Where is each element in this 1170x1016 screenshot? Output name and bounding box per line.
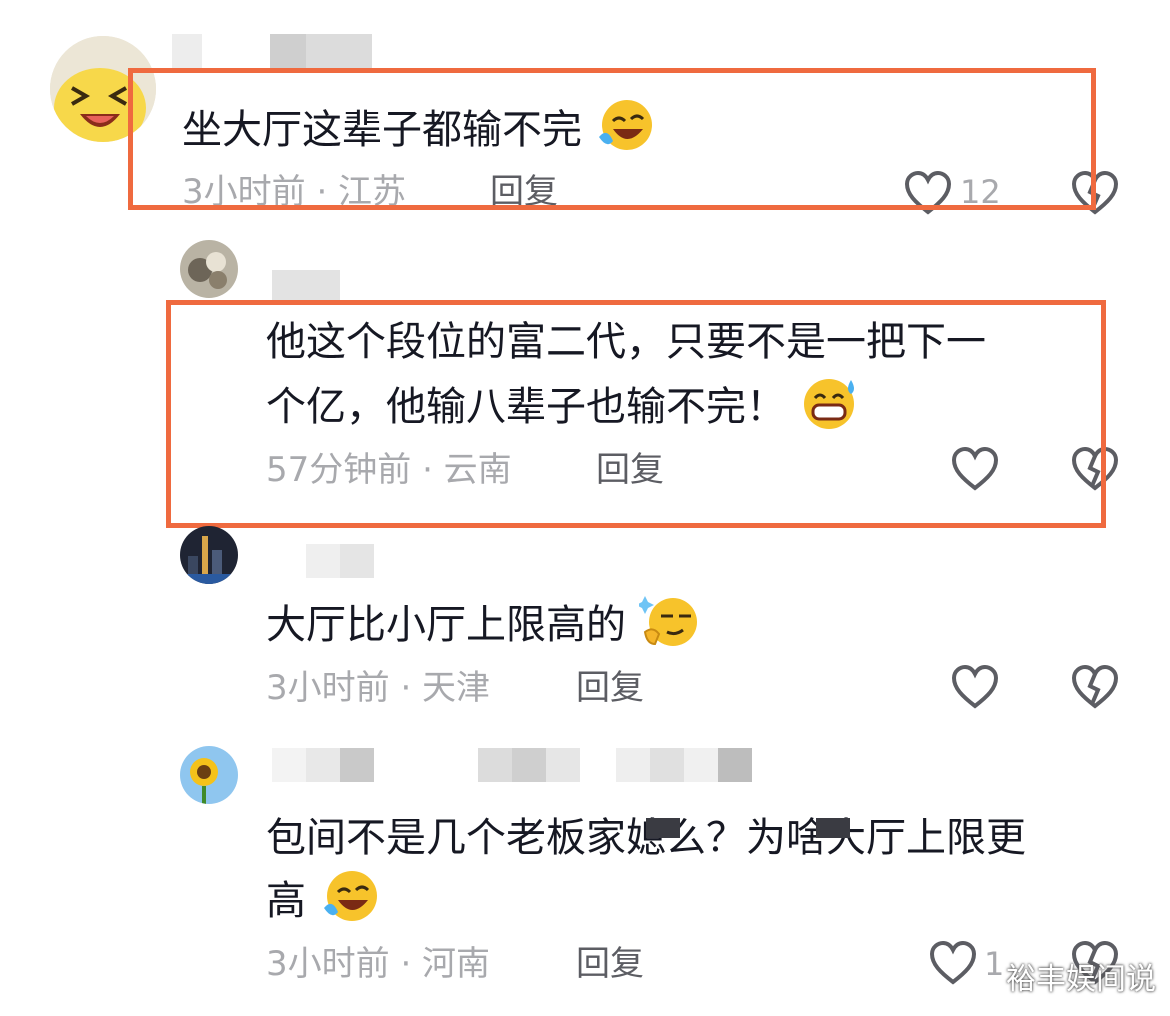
highlight-box — [166, 300, 1106, 528]
like-count: 1 — [984, 945, 1005, 983]
laugh-cry-emoji-icon — [323, 871, 377, 921]
sunflower-avatar-image — [180, 746, 238, 804]
avatar[interactable] — [180, 240, 238, 298]
avatar[interactable] — [180, 526, 238, 584]
mosaic-overlay — [816, 818, 850, 838]
reply-button[interactable]: 回复 — [576, 944, 644, 984]
photo-avatar-image — [180, 240, 238, 298]
username-blurred[interactable] — [272, 748, 752, 782]
mosaic-overlay — [646, 818, 680, 838]
avatar[interactable] — [180, 746, 238, 804]
watermark: 裕丰娱间说 — [1006, 962, 1156, 997]
city-night-avatar-image — [180, 526, 238, 584]
comment-text-line: 高 — [266, 868, 381, 931]
username-blurred[interactable] — [172, 34, 372, 68]
heart-outline-icon[interactable] — [950, 664, 1000, 710]
comment-text: 大厅比小厅上限高的 — [266, 592, 701, 655]
username-blurred[interactable] — [272, 270, 340, 304]
comment-meta: 3小时前 · 河南 — [266, 944, 491, 984]
smirk-thinking-emoji-icon — [638, 596, 697, 646]
reply-button[interactable]: 回复 — [576, 668, 644, 708]
comment-text-line: 包间不是几个老板家媳么？为啥大厅上限更 — [266, 815, 1026, 861]
username-blurred[interactable] — [306, 544, 374, 578]
comment-meta: 3小时前 · 天津 — [266, 668, 491, 708]
broken-heart-icon[interactable] — [1070, 664, 1120, 710]
heart-outline-icon[interactable] — [928, 940, 978, 986]
highlight-box — [128, 68, 1096, 210]
